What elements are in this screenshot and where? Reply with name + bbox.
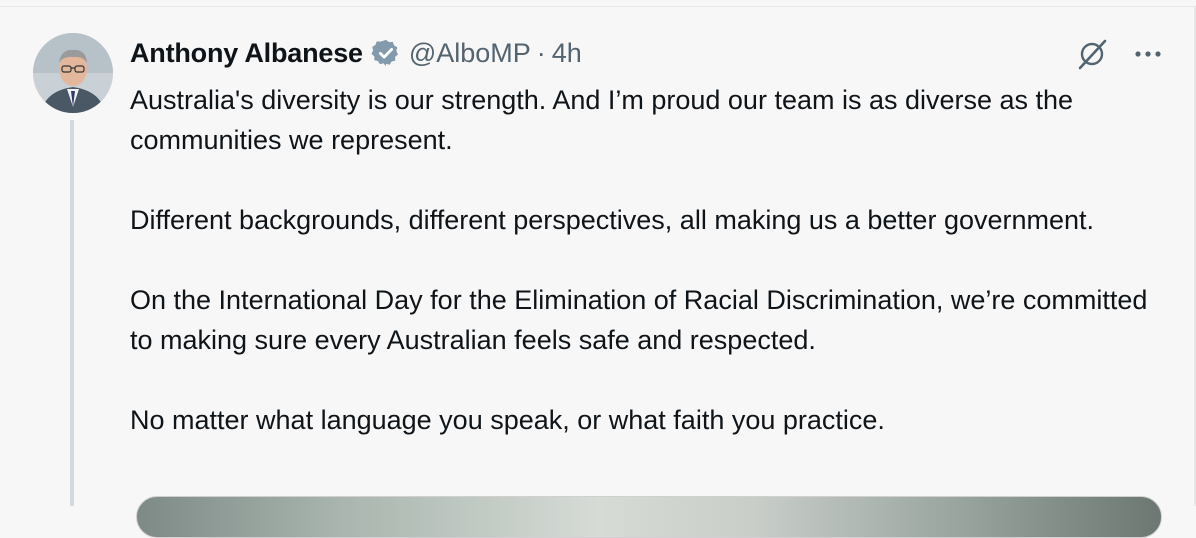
media-preview[interactable] [136, 496, 1162, 538]
avatar[interactable] [33, 33, 113, 113]
separator: · [536, 37, 546, 68]
top-divider [0, 0, 1196, 7]
more-icon [1135, 51, 1161, 57]
author-handle[interactable]: @AlboMP [409, 38, 531, 69]
tweet-header: Anthony Albanese @AlboMP · 4h [130, 33, 582, 73]
thread-line [70, 120, 74, 506]
tweet-text: Australia's diversity is our strength. A… [130, 80, 1170, 440]
tweet-paragraph: Australia's diversity is our strength. A… [130, 85, 1074, 155]
grok-icon [1078, 39, 1107, 70]
tweet-paragraph: No matter what language you speak, or wh… [130, 405, 885, 435]
more-button[interactable] [1128, 38, 1168, 70]
author-name[interactable]: Anthony Albanese [130, 38, 363, 69]
profile-photo-icon [33, 33, 113, 113]
grok-button[interactable] [1072, 36, 1112, 72]
tweet-paragraph: On the International Day for the Elimina… [130, 285, 1148, 355]
timestamp[interactable]: 4h [552, 38, 582, 69]
verified-badge-icon[interactable] [371, 38, 401, 68]
tweet-paragraph: Different backgrounds, different perspec… [130, 205, 1095, 235]
